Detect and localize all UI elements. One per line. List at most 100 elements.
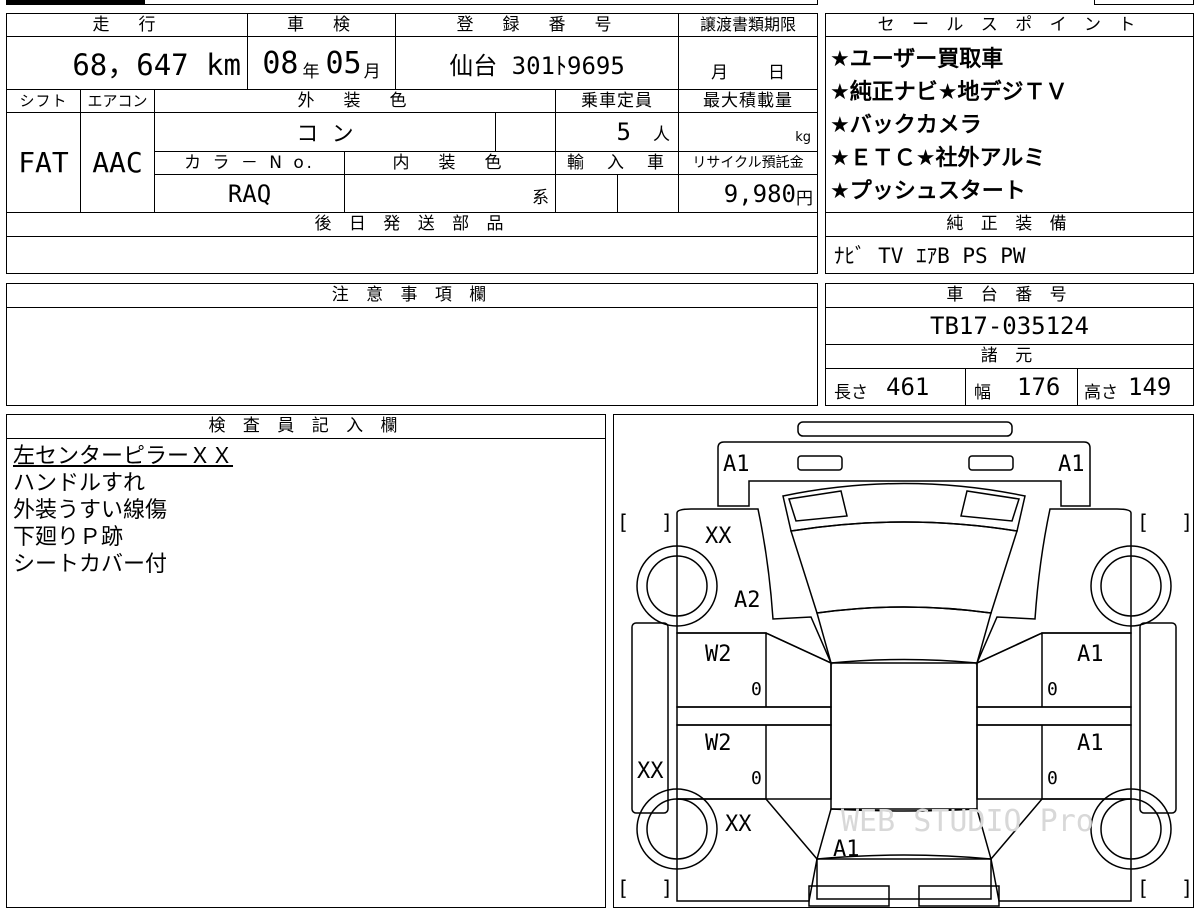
- inspector-note: 外装うすい線傷: [13, 498, 168, 523]
- year-unit: 年: [302, 61, 320, 82]
- transfer-day-unit: 日: [768, 63, 785, 83]
- trunk: [816, 858, 992, 900]
- right-side-rocker: [1139, 622, 1177, 814]
- mark-rear-left-quarter: XX: [725, 812, 752, 837]
- spec-height-label: 高さ: [1084, 382, 1118, 403]
- shift-label: シフト: [6, 89, 81, 113]
- rear-plate-right: [918, 885, 1000, 907]
- inspector-notes: 左センターピラーＸＸ ハンドルすれ 外装うすい線傷 下廻りＰ跡 シートカバー付: [6, 438, 606, 908]
- spec-length-label: 長さ: [834, 382, 868, 403]
- later-parts-label: 後 日 発 送 部 品: [6, 212, 818, 237]
- import-value-a: [555, 174, 618, 213]
- mark-front-left-bumper: A1: [723, 452, 750, 477]
- spec-height-value: 149: [1128, 373, 1172, 401]
- interior-color-label: 内 装 色: [344, 151, 556, 175]
- aircon-value: AAC: [80, 112, 155, 213]
- exterior-color-value: コ ン: [154, 112, 496, 152]
- bracket-right: ]: [1181, 510, 1193, 534]
- recycle-value-cell: 9,980 円: [678, 174, 818, 213]
- sales-point-item: ★ＥＴＣ★社外アルミ: [830, 146, 1046, 171]
- interior-color-value: 系: [344, 174, 556, 213]
- capacity-value-cell: 5 人: [555, 112, 679, 152]
- front-bumper: [717, 441, 1091, 507]
- sales-points-list: ★ユーザー買取車 ★純正ナビ★地デジＴＶ ★バックカメラ ★ＥＴＣ★社外アルミ …: [825, 36, 1194, 213]
- mark-front-right-bumper: A1: [1058, 452, 1085, 477]
- hood-inner-right: [960, 490, 1020, 522]
- roof-center: [830, 662, 978, 810]
- transfer-month-unit: 月: [711, 63, 728, 83]
- later-parts-value: [6, 236, 818, 274]
- spec-width: 幅 176: [965, 368, 1078, 406]
- inspection-month: 05: [325, 45, 362, 81]
- mark-left-rocker: XX: [637, 759, 664, 784]
- top-stub-black: [6, 0, 144, 5]
- left-side-rocker: [631, 622, 669, 814]
- bracket-left: [: [617, 876, 629, 900]
- shift-value: FAT: [6, 112, 81, 213]
- chassis-value: TB17-035124: [825, 307, 1194, 345]
- import-value-b: [617, 174, 679, 213]
- left-pillar-strip: [676, 706, 832, 726]
- sales-points-label: セ ー ル ス ポ イ ン ト: [825, 13, 1194, 37]
- inspector-label: 検 査 員 記 入 欄: [6, 414, 606, 439]
- mark-front-left-fender: XX: [705, 524, 732, 549]
- mark-left-rear-door: W2: [705, 731, 732, 756]
- distance-value: 68，647 km: [6, 36, 248, 90]
- mark-right-rear-door: A1: [1077, 731, 1104, 756]
- capacity-value: 5: [616, 118, 631, 146]
- caution-label: 注 意 事 項 欄: [6, 283, 818, 308]
- capacity-label: 乗車定員: [555, 89, 679, 113]
- recycle-label: リサイクル預託金: [678, 151, 818, 175]
- vehicle-diagram-panel: [ ] [ ] [ ] [ ] A1 A1 XX A2 W2 0 W2 0 XX…: [613, 414, 1194, 908]
- windshield: [790, 521, 1018, 614]
- spec-width-value: 176: [1017, 373, 1061, 401]
- color-no-label: カ ラ － N o.: [154, 151, 345, 175]
- max-load-unit: kg: [795, 130, 811, 145]
- mark-right-rear-door-count: 0: [1047, 768, 1058, 789]
- mark-front-left-panel: A2: [734, 588, 761, 613]
- inspector-note: ハンドルすれ: [13, 471, 146, 496]
- sales-point-item: ★バックカメラ: [830, 113, 982, 138]
- inspector-note: 左センターピラーＸＸ: [13, 444, 234, 469]
- watermark: WEB STUDIO Pro: [841, 804, 1094, 839]
- specs-label: 諸 元: [825, 344, 1194, 369]
- bracket-right: ]: [661, 510, 673, 534]
- color-no-value: RAQ: [154, 174, 345, 213]
- exterior-color-label: 外 装 色: [154, 89, 556, 113]
- chassis-label: 車 台 番 号: [825, 283, 1194, 308]
- sales-point-item: ★純正ナビ★地デジＴＶ: [830, 80, 1068, 105]
- spec-length-value: 461: [886, 373, 930, 401]
- bracket-left: [: [1137, 876, 1149, 900]
- hood: [782, 482, 1026, 532]
- bracket-right: ]: [661, 876, 673, 900]
- inspection-label: 車 検: [247, 13, 396, 37]
- bracket-left: [: [1137, 510, 1149, 534]
- import-label: 輸 入 車: [555, 151, 679, 175]
- mark-left-front-door: W2: [705, 642, 732, 667]
- equipment-label: 純 正 装 備: [825, 212, 1194, 237]
- caution-value: [6, 307, 818, 406]
- mark-right-front-door: A1: [1077, 642, 1104, 667]
- registration-label: 登 録 番 号: [395, 13, 679, 37]
- equipment-value: ﾅﾋﾞ TV ｴｱB PS PW: [825, 236, 1194, 274]
- capacity-unit: 人: [653, 124, 670, 145]
- mark-trunk: A1: [833, 837, 860, 862]
- bracket-left: [: [617, 510, 629, 534]
- exterior-color-extra: [495, 112, 556, 152]
- roof: [816, 606, 992, 664]
- interior-suffix: 系: [532, 188, 549, 208]
- hood-inner-left: [788, 490, 848, 522]
- sales-point-item: ★プッシュスタート: [830, 179, 1026, 204]
- bracket-right: ]: [1181, 876, 1193, 900]
- recycle-unit: 円: [796, 189, 813, 209]
- spec-length: 長さ 461: [825, 368, 966, 406]
- inspection-year: 08: [262, 45, 299, 81]
- spec-height: 高さ 149: [1077, 368, 1194, 406]
- mark-right-front-door-count: 0: [1047, 679, 1058, 700]
- max-load-label: 最大積載量: [678, 89, 818, 113]
- top-stub-right: [1094, 0, 1194, 5]
- inspector-note: 下廻りＰ跡: [13, 525, 124, 550]
- right-pillar-strip: [976, 706, 1132, 726]
- recycle-value: 9,980: [723, 179, 796, 208]
- inspection-value: 08 年 05 月: [247, 36, 396, 90]
